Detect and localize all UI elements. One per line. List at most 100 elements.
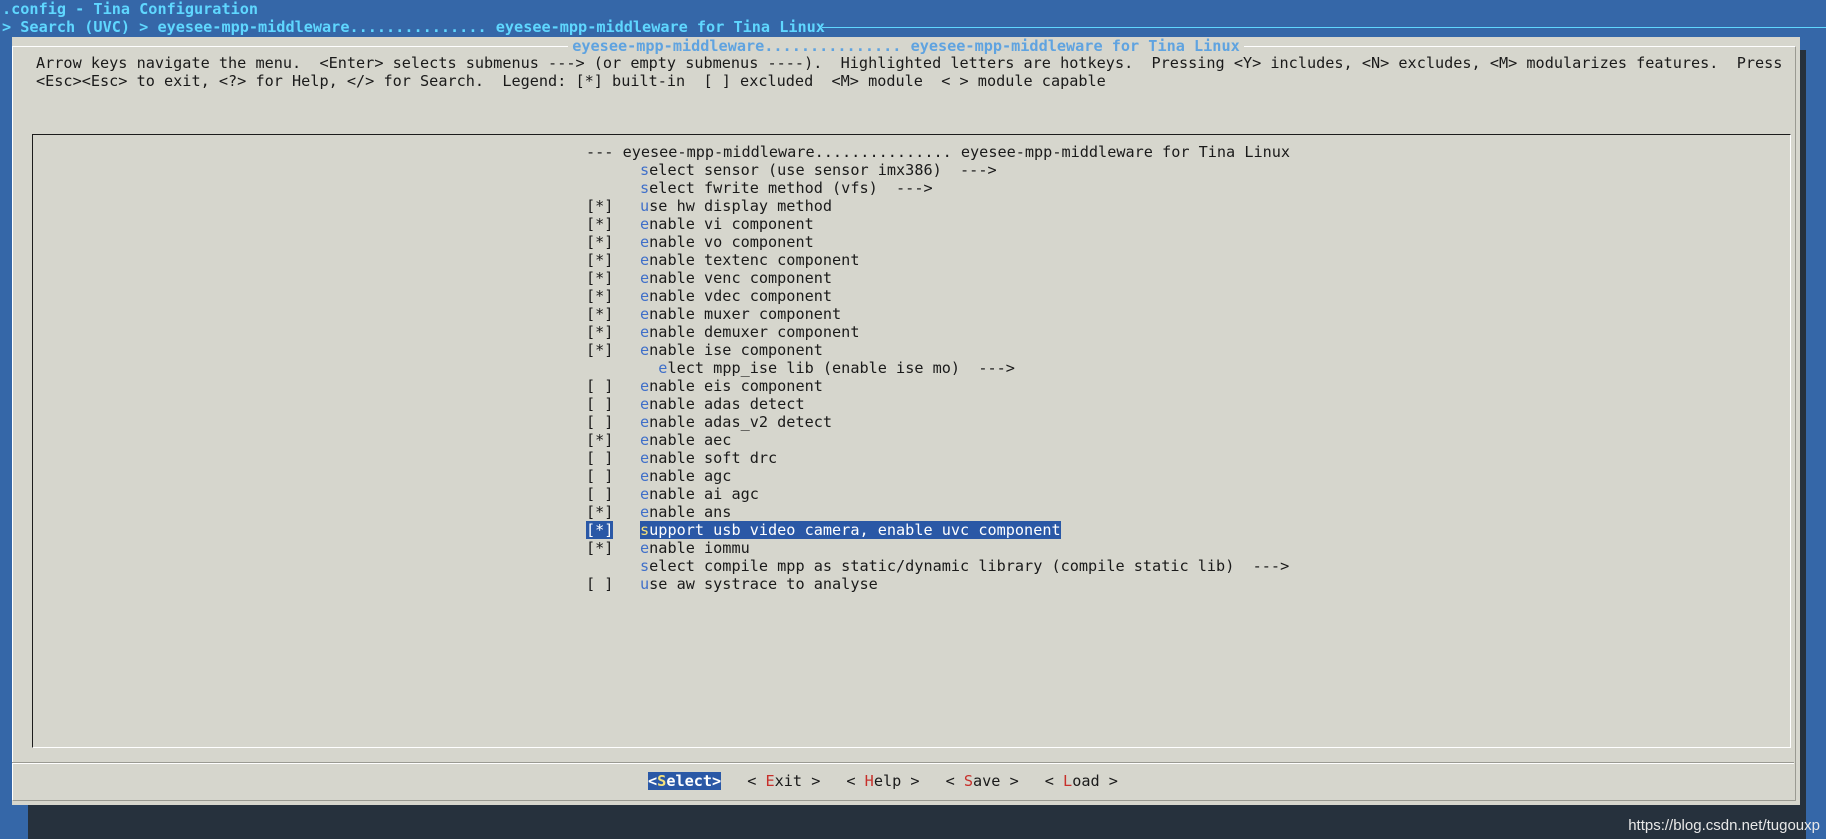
menu-item-hotkey: e — [640, 287, 650, 305]
menu-item-hotkey: e — [640, 431, 650, 449]
menu-item[interactable]: [*] enable ise component — [586, 341, 1290, 359]
help-text-line-1: Arrow keys navigate the menu. <Enter> se… — [36, 54, 1783, 72]
button-hotkey: S — [963, 772, 974, 790]
menu-item[interactable]: [*] use hw display method — [586, 197, 1290, 215]
menu-item-checkbox[interactable]: [ ] — [586, 413, 640, 431]
menu-item-checkbox[interactable]: [ ] — [586, 485, 640, 503]
button-select[interactable]: <Select> — [648, 772, 722, 790]
menu-item-mark: [ ] — [586, 413, 614, 431]
menu-item[interactable]: [ ] enable agc — [586, 467, 1290, 485]
menu-item-text: nable vo component — [649, 233, 814, 251]
button-post: > — [1000, 772, 1019, 790]
menu-item[interactable]: select sensor (use sensor imx386) ---> — [586, 161, 1290, 179]
dialog-title-text: eyesee-mpp-middleware............... eye… — [568, 37, 1244, 55]
button-help[interactable]: < Help > — [846, 772, 919, 790]
menu-item-checkbox[interactable]: [*] — [586, 503, 640, 521]
menu-item-checkbox[interactable]: [ ] — [586, 575, 640, 593]
menu-item-checkbox[interactable]: [*] — [586, 431, 640, 449]
breadcrumb-text: > Search (UVC) > eyesee-mpp-middleware..… — [2, 18, 825, 36]
menu-item-selected[interactable]: [*] support usb video camera, enable uvc … — [586, 521, 1290, 539]
menu-items: select sensor (use sensor imx386) ---> se… — [586, 161, 1290, 593]
menu-item-label: select compile mpp as static/dynamic lib… — [640, 557, 1289, 575]
menu-item[interactable]: [*] enable aec — [586, 431, 1290, 449]
breadcrumb: > Search (UVC) > eyesee-mpp-middleware..… — [2, 18, 1826, 36]
menu-item[interactable]: select fwrite method (vfs) ---> — [586, 179, 1290, 197]
menu-item[interactable]: [ ] enable adas detect — [586, 395, 1290, 413]
breadcrumb-rule — [822, 27, 1826, 28]
menu-item[interactable]: [ ] enable ai agc — [586, 485, 1290, 503]
menu-item-label: enable demuxer component — [640, 323, 859, 341]
menu-item-checkbox[interactable]: [*] — [586, 323, 640, 341]
menu-item-label: enable textenc component — [640, 251, 859, 269]
button-divider — [12, 762, 1794, 764]
menu-item-checkbox[interactable]: [*] — [586, 341, 640, 359]
menu-item-text: nable textenc component — [649, 251, 860, 269]
menu-item-checkbox[interactable]: [ ] — [586, 467, 640, 485]
button-load[interactable]: < Load > — [1045, 772, 1118, 790]
button-rest: elect — [666, 772, 713, 790]
menu-item-checkbox[interactable]: [*] — [586, 539, 640, 557]
button-post: > — [802, 772, 821, 790]
menu-item[interactable]: elect mpp_ise lib (enable ise mo) ---> — [586, 359, 1290, 377]
menu-item-text: nable demuxer component — [649, 323, 860, 341]
button-save[interactable]: < Save > — [946, 772, 1019, 790]
menu-item-checkbox[interactable]: [*] — [586, 521, 640, 539]
menu-item-mark: [*] — [586, 305, 614, 323]
menu-item-checkbox[interactable]: [ ] — [586, 377, 640, 395]
menu-item[interactable]: [*] enable muxer component — [586, 305, 1290, 323]
dialog-shadow-right — [1800, 50, 1806, 839]
menu-item[interactable]: [ ] use aw systrace to analyse — [586, 575, 1290, 593]
button-pre: < — [1044, 772, 1064, 790]
menu-item[interactable]: [*] enable iommu — [586, 539, 1290, 557]
menu-item-checkbox[interactable]: [*] — [586, 233, 640, 251]
menu-item-mark: [*] — [586, 233, 614, 251]
menu-item-checkbox[interactable]: [ ] — [586, 449, 640, 467]
button-pre: < — [846, 772, 865, 790]
menu-item-label: enable vdec component — [640, 287, 832, 305]
button-exit[interactable]: < Exit > — [747, 772, 820, 790]
menu-item-label: support usb video camera, enable uvc com… — [640, 521, 1061, 539]
menu-item-hotkey: e — [640, 449, 650, 467]
menu-item-label: select sensor (use sensor imx386) ---> — [640, 161, 997, 179]
menu-item-hotkey: e — [640, 269, 650, 287]
menu-item[interactable]: [ ] enable adas_v2 detect — [586, 413, 1290, 431]
menu-item-label: use aw systrace to analyse — [640, 575, 878, 593]
menu-item[interactable]: [*] enable demuxer component — [586, 323, 1290, 341]
menu-item-checkbox[interactable]: [*] — [586, 197, 640, 215]
menu-list: --- eyesee-mpp-middleware...............… — [586, 143, 1290, 593]
menu-item-mark: [*] — [586, 431, 614, 449]
button-post: > — [712, 772, 722, 790]
menu-item-hotkey: e — [640, 341, 650, 359]
menu-item-checkbox[interactable]: [*] — [586, 215, 640, 233]
menu-item[interactable]: [ ] enable soft drc — [586, 449, 1290, 467]
menu-item-checkbox[interactable]: [*] — [586, 251, 640, 269]
help-text-line-2: <Esc><Esc> to exit, <?> for Help, </> fo… — [36, 72, 1106, 90]
menu-item[interactable]: [*] enable vo component — [586, 233, 1290, 251]
menu-item-checkbox[interactable]: [ ] — [586, 395, 640, 413]
menu-item-hotkey: e — [640, 323, 650, 341]
button-hotkey: S — [657, 772, 667, 790]
menu-item-mark: [*] — [586, 287, 614, 305]
menu-item[interactable]: [*] enable ans — [586, 503, 1290, 521]
menu-item-text: nable ai agc — [649, 485, 759, 503]
menu-item[interactable]: [*] enable venc component — [586, 269, 1290, 287]
menu-item-hotkey: s — [640, 179, 650, 197]
menu-item-text: nable ise component — [649, 341, 823, 359]
menu-item[interactable]: [ ] enable eis component — [586, 377, 1290, 395]
menu-item-text: nable agc — [649, 467, 732, 485]
watermark-url: https://blog.csdn.net/tugouxp — [1628, 817, 1820, 834]
menu-item-text: elect sensor (use sensor imx386) ---> — [649, 161, 997, 179]
menu-item-mark: [ ] — [586, 377, 614, 395]
menu-item-label: enable aec — [640, 431, 731, 449]
menu-item-checkbox[interactable]: [*] — [586, 269, 640, 287]
menu-item-hotkey: e — [640, 467, 650, 485]
menu-item-indent — [640, 359, 658, 377]
menu-item[interactable]: select compile mpp as static/dynamic lib… — [586, 557, 1290, 575]
menu-item[interactable]: [*] enable textenc component — [586, 251, 1290, 269]
menu-item-label: enable iommu — [640, 539, 750, 557]
menu-item[interactable]: [*] enable vi component — [586, 215, 1290, 233]
menu-item-mark: [ ] — [586, 485, 614, 503]
menu-item[interactable]: [*] enable vdec component — [586, 287, 1290, 305]
menu-item-checkbox[interactable]: [*] — [586, 305, 640, 323]
menu-item-checkbox[interactable]: [*] — [586, 287, 640, 305]
